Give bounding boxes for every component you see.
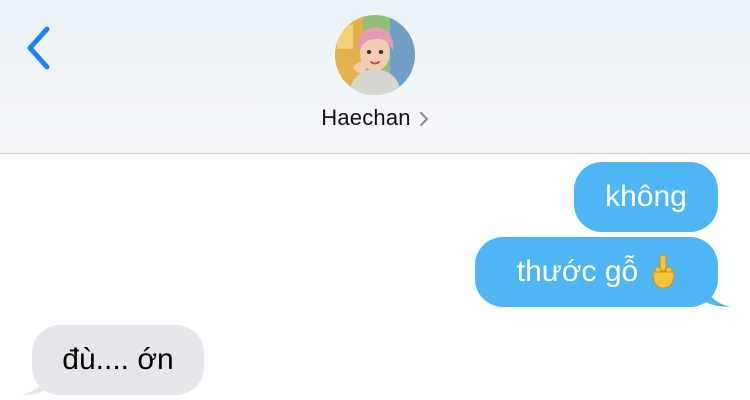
- middle-finger-emoji-icon: [650, 254, 676, 290]
- conversation-header: Haechan: [0, 0, 750, 154]
- message-bubble-incoming[interactable]: đù.... ớn: [32, 325, 204, 395]
- avatar-image: [335, 15, 415, 95]
- message-bubble-outgoing[interactable]: không: [574, 162, 718, 232]
- chevron-left-icon: [27, 26, 50, 70]
- back-button[interactable]: [14, 20, 62, 76]
- chevron-right-icon: [419, 111, 429, 127]
- contact-name: Haechan: [321, 105, 411, 130]
- avatar[interactable]: [335, 15, 415, 95]
- message-text: đù.... ớn: [62, 343, 174, 376]
- message-text: thước gỗ: [516, 255, 639, 288]
- contact-name-button[interactable]: Haechan: [0, 102, 750, 134]
- message-bubble-outgoing[interactable]: thước gỗ: [475, 237, 718, 307]
- message-text: không: [605, 180, 687, 213]
